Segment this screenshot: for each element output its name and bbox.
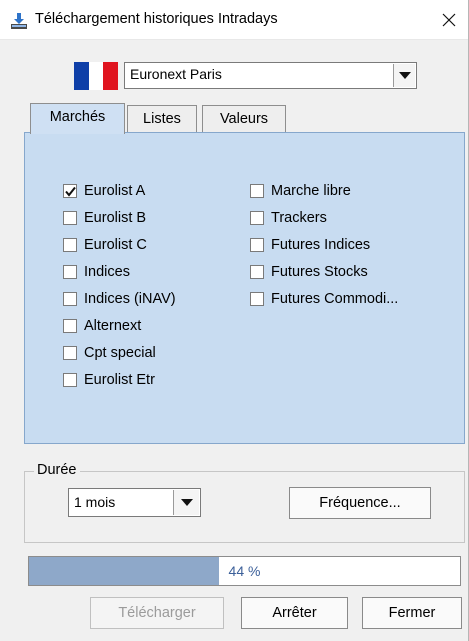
checkbox-eurolist-etr[interactable]: Eurolist Etr <box>63 370 155 390</box>
market-select-dropdown-button[interactable] <box>393 64 415 87</box>
checkbox-box[interactable] <box>63 292 77 306</box>
checkbox-cpt-special[interactable]: Cpt special <box>63 343 156 363</box>
close-window-button[interactable] <box>429 0 469 40</box>
markets-panel: Eurolist A Eurolist B Eurolist C Indices… <box>24 132 465 444</box>
download-button[interactable]: Télécharger <box>90 597 224 629</box>
checkbox-box[interactable] <box>63 238 77 252</box>
checkbox-box[interactable] <box>250 292 264 306</box>
checkbox-box[interactable] <box>63 346 77 360</box>
chevron-down-icon <box>180 498 193 506</box>
checkmark-icon <box>64 186 76 197</box>
checkbox-trackers[interactable]: Trackers <box>250 208 327 228</box>
checkbox-box[interactable] <box>63 373 77 387</box>
market-select[interactable]: Euronext Paris <box>124 62 417 89</box>
download-progress-bar: 44 % <box>28 556 461 586</box>
checkbox-marche-libre[interactable]: Marche libre <box>250 181 351 201</box>
title-bar: Téléchargement historiques Intradays <box>0 0 469 40</box>
tab-marches[interactable]: Marchés <box>30 103 125 134</box>
tab-valeurs[interactable]: Valeurs <box>202 105 286 133</box>
chevron-down-icon <box>398 71 411 79</box>
duration-select[interactable]: 1 mois <box>68 488 201 517</box>
checkbox-box[interactable] <box>63 211 77 225</box>
stop-button[interactable]: Arrêter <box>241 597 348 629</box>
progress-label: 44 % <box>228 563 261 579</box>
checkbox-box[interactable] <box>250 184 264 198</box>
checkbox-indices[interactable]: Indices <box>63 262 130 282</box>
checkbox-box[interactable] <box>250 265 264 279</box>
checkbox-eurolist-a[interactable]: Eurolist A <box>63 181 145 201</box>
duration-select-dropdown-button[interactable] <box>173 490 199 515</box>
close-icon <box>442 13 456 27</box>
checkbox-futures-indices[interactable]: Futures Indices <box>250 235 370 255</box>
checkbox-box[interactable] <box>63 319 77 333</box>
checkbox-futures-commodities[interactable]: Futures Commodi... <box>250 289 398 309</box>
checkbox-eurolist-c[interactable]: Eurolist C <box>63 235 147 255</box>
checkbox-alternext[interactable]: Alternext <box>63 316 141 336</box>
checkbox-eurolist-b[interactable]: Eurolist B <box>63 208 146 228</box>
checkbox-box[interactable] <box>63 184 77 198</box>
window-title: Téléchargement historiques Intradays <box>35 11 278 27</box>
close-button[interactable]: Fermer <box>362 597 462 629</box>
checkbox-box[interactable] <box>250 238 264 252</box>
duration-select-value: 1 mois <box>74 494 116 510</box>
checkbox-futures-stocks[interactable]: Futures Stocks <box>250 262 368 282</box>
duration-group-label: Durée <box>34 462 80 478</box>
download-icon <box>11 13 27 29</box>
market-select-value: Euronext Paris <box>130 66 222 82</box>
tab-listes[interactable]: Listes <box>127 105 197 133</box>
frequency-button[interactable]: Fréquence... <box>289 487 431 519</box>
france-flag <box>74 62 119 90</box>
checkbox-box[interactable] <box>63 265 77 279</box>
checkbox-box[interactable] <box>250 211 264 225</box>
checkbox-indices-inav[interactable]: Indices (iNAV) <box>63 289 176 309</box>
